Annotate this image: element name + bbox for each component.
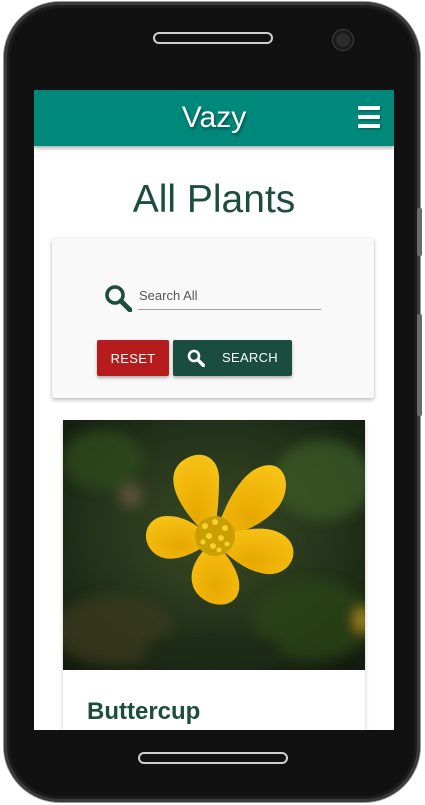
brand-logo[interactable]: Vazy xyxy=(34,102,394,134)
app-bar: Vazy xyxy=(34,90,394,146)
plant-name[interactable]: Buttercup xyxy=(87,698,200,726)
plant-card[interactable]: Buttercup xyxy=(63,420,365,730)
search-icon xyxy=(104,284,133,313)
phone-frame: Vazy All Plants RESET xyxy=(4,2,422,802)
hamburger-menu-icon[interactable] xyxy=(358,106,380,128)
reset-button[interactable]: RESET xyxy=(97,340,169,376)
volume-button xyxy=(417,208,422,256)
search-button[interactable]: SEARCH xyxy=(173,340,292,376)
screen: Vazy All Plants RESET xyxy=(34,90,394,730)
front-camera xyxy=(333,30,353,50)
search-button-icon xyxy=(187,349,206,368)
page-title: All Plants xyxy=(132,178,296,221)
earpiece-speaker xyxy=(153,32,273,44)
search-card: RESET SEARCH xyxy=(52,238,374,398)
plant-image[interactable] xyxy=(63,420,365,670)
search-button-label: SEARCH xyxy=(222,350,278,365)
search-input[interactable] xyxy=(138,281,321,310)
power-button xyxy=(417,314,422,416)
bottom-speaker xyxy=(138,752,288,764)
